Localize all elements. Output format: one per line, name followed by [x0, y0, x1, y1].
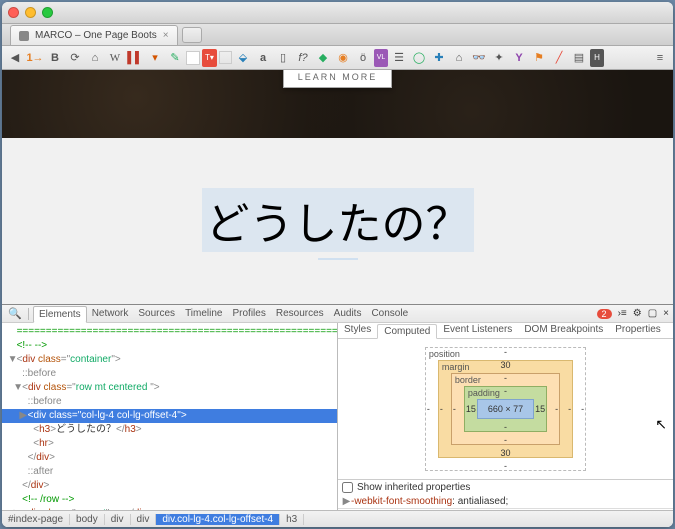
devtools-tab-resources[interactable]: Resources	[271, 306, 329, 321]
wrench-icon[interactable]: ✦	[490, 49, 508, 67]
dom-line[interactable]: <!-- /row -->	[2, 493, 337, 507]
dom-line[interactable]: <!-- -->	[2, 339, 337, 353]
tab-title: MARCO – One Page Boots	[35, 30, 157, 41]
show-inherited-input[interactable]	[342, 482, 353, 493]
page-headline: どうしたの？	[202, 188, 474, 252]
circle-green-icon[interactable]: ◯	[410, 49, 428, 67]
settings-gear-icon[interactable]: ⚙	[633, 308, 642, 319]
minimize-window-button[interactable]	[25, 7, 36, 18]
dom-line[interactable]: <h3>どうしたの？</h3>	[2, 423, 337, 437]
hero-section: LEARN MORE	[2, 70, 673, 138]
devtools-tab-console[interactable]: Console	[366, 306, 413, 321]
devtools-tab-audits[interactable]: Audits	[329, 306, 367, 321]
cursor-icon: ↖	[655, 416, 667, 433]
favicon	[19, 31, 29, 41]
close-tab-button[interactable]: ×	[163, 30, 169, 41]
dom-line[interactable]: <hr>	[2, 437, 337, 451]
new-tab-button[interactable]	[182, 27, 202, 43]
close-devtools-button[interactable]: ×	[663, 308, 669, 319]
learn-more-button[interactable]: LEARN MORE	[283, 70, 393, 88]
console-toggle-icon[interactable]: ›≡	[618, 308, 627, 319]
chart-icon[interactable]: ╱	[550, 49, 568, 67]
styles-tab-computed[interactable]: Computed	[377, 324, 437, 339]
inspect-icon[interactable]: 🔍	[6, 305, 24, 323]
devtools-tab-network[interactable]: Network	[87, 306, 134, 321]
keep-icon[interactable]	[186, 51, 200, 65]
behance-icon[interactable]: B	[46, 49, 64, 67]
hn-icon[interactable]: H	[590, 49, 604, 67]
devtools-tab-elements[interactable]: Elements	[33, 306, 87, 323]
show-inherited-checkbox[interactable]: Show inherited properties	[338, 480, 673, 495]
glasses-icon[interactable]: 👓	[470, 49, 488, 67]
omni-icon[interactable]: ⌂	[86, 49, 104, 67]
styles-tab-event-listeners[interactable]: Event Listeners	[437, 323, 518, 338]
dom-tree[interactable]: ========================================…	[2, 323, 338, 510]
dom-line[interactable]: ::after	[2, 465, 337, 479]
devtools-tab-bar: 🔍 ElementsNetworkSourcesTimelineProfiles…	[2, 305, 673, 323]
breadcrumb-item[interactable]: h3	[280, 514, 304, 525]
vl-icon[interactable]: VL	[374, 49, 388, 67]
yahoo-icon[interactable]: Y	[510, 49, 528, 67]
devtools-tab-timeline[interactable]: Timeline	[180, 306, 227, 321]
w-icon[interactable]: W	[106, 49, 124, 67]
headline-rule	[318, 258, 358, 260]
reload-button[interactable]: ⟳	[66, 49, 84, 67]
browser-tab[interactable]: MARCO – One Page Boots ×	[10, 25, 178, 45]
dom-line[interactable]: ▶<div class="col-lg-4 col-lg-offset-4">	[2, 409, 337, 423]
home-icon[interactable]: ⌂	[450, 49, 468, 67]
browser-tab-strip: MARCO – One Page Boots ×	[2, 24, 673, 46]
plus-icon[interactable]: ✚	[430, 49, 448, 67]
breadcrumb-item[interactable]: div	[131, 514, 157, 525]
evernote-icon[interactable]: ✎	[166, 49, 184, 67]
dom-line[interactable]: </div>	[2, 479, 337, 493]
breadcrumb-item[interactable]: body	[70, 514, 105, 525]
breadcrumb-item[interactable]: div.col-lg-4.col-lg-offset-4	[156, 514, 280, 525]
dock-icon[interactable]: ▢	[648, 308, 657, 319]
dom-line[interactable]: ========================================…	[2, 325, 337, 339]
computed-property-row[interactable]: ▶-webkit-font-smoothing: antialiased;	[338, 495, 673, 508]
flag-icon[interactable]: ⚑	[530, 49, 548, 67]
dropbox-icon[interactable]: ⬙	[234, 49, 252, 67]
amazon-icon[interactable]: a	[254, 49, 272, 67]
chrome-menu-button[interactable]: ≡	[651, 49, 669, 67]
breadcrumb-item[interactable]: div	[105, 514, 131, 525]
dom-line[interactable]: </div>	[2, 451, 337, 465]
page-viewport: LEARN MORE どうしたの？	[2, 70, 673, 304]
window-titlebar	[2, 2, 673, 24]
devtools-panel: 🔍 ElementsNetworkSourcesTimelineProfiles…	[2, 304, 673, 527]
close-window-button[interactable]	[8, 7, 19, 18]
devtools-tab-profiles[interactable]: Profiles	[227, 306, 270, 321]
dom-line[interactable]: ::before	[2, 367, 337, 381]
styles-tab-properties[interactable]: Properties	[609, 323, 667, 338]
mobile-icon[interactable]: ▯	[274, 49, 292, 67]
ext-orange-icon[interactable]: ◉	[334, 49, 352, 67]
box-model-diagram: position - - - - margin 30 30 - -	[425, 347, 586, 471]
readability-icon[interactable]: ▌▌	[126, 49, 144, 67]
error-badge[interactable]: 2	[597, 309, 612, 319]
breadcrumb-item[interactable]: #index-page	[2, 514, 70, 525]
breadcrumb[interactable]: #index-pagebodydivdivdiv.col-lg-4.col-lg…	[2, 510, 673, 527]
fwd-step-icon[interactable]: 1→	[26, 49, 44, 67]
dom-line[interactable]: ▼<div class="row mt centered ">	[2, 381, 337, 395]
film-icon[interactable]: ▤	[570, 49, 588, 67]
ext-blank-icon[interactable]	[219, 51, 232, 64]
devtools-tab-sources[interactable]: Sources	[133, 306, 180, 321]
chat-icon[interactable]: ◆	[314, 49, 332, 67]
styles-tab-styles[interactable]: Styles	[338, 323, 377, 338]
pocket-icon[interactable]: ▾	[146, 49, 164, 67]
tweetdeck-icon[interactable]: T▾	[202, 49, 217, 67]
styles-tab-bar: StylesComputedEvent ListenersDOM Breakpo…	[338, 323, 673, 339]
styles-tab-dom-breakpoints[interactable]: DOM Breakpoints	[518, 323, 609, 338]
back-button[interactable]: ◀	[6, 49, 24, 67]
box-model-content: 660 × 77	[477, 399, 534, 419]
dom-line[interactable]: ::before	[2, 395, 337, 409]
dom-line[interactable]: ▼<div class="container">	[2, 353, 337, 367]
menu-icon[interactable]: ☰	[390, 49, 408, 67]
owl-icon[interactable]: ö	[354, 49, 372, 67]
fquery-icon[interactable]: f?	[294, 49, 312, 67]
zoom-window-button[interactable]	[42, 7, 53, 18]
browser-toolbar: ◀ 1→ B ⟳ ⌂ W ▌▌ ▾ ✎ T▾ ⬙ a ▯ f? ◆ ◉ ö VL…	[2, 46, 673, 70]
